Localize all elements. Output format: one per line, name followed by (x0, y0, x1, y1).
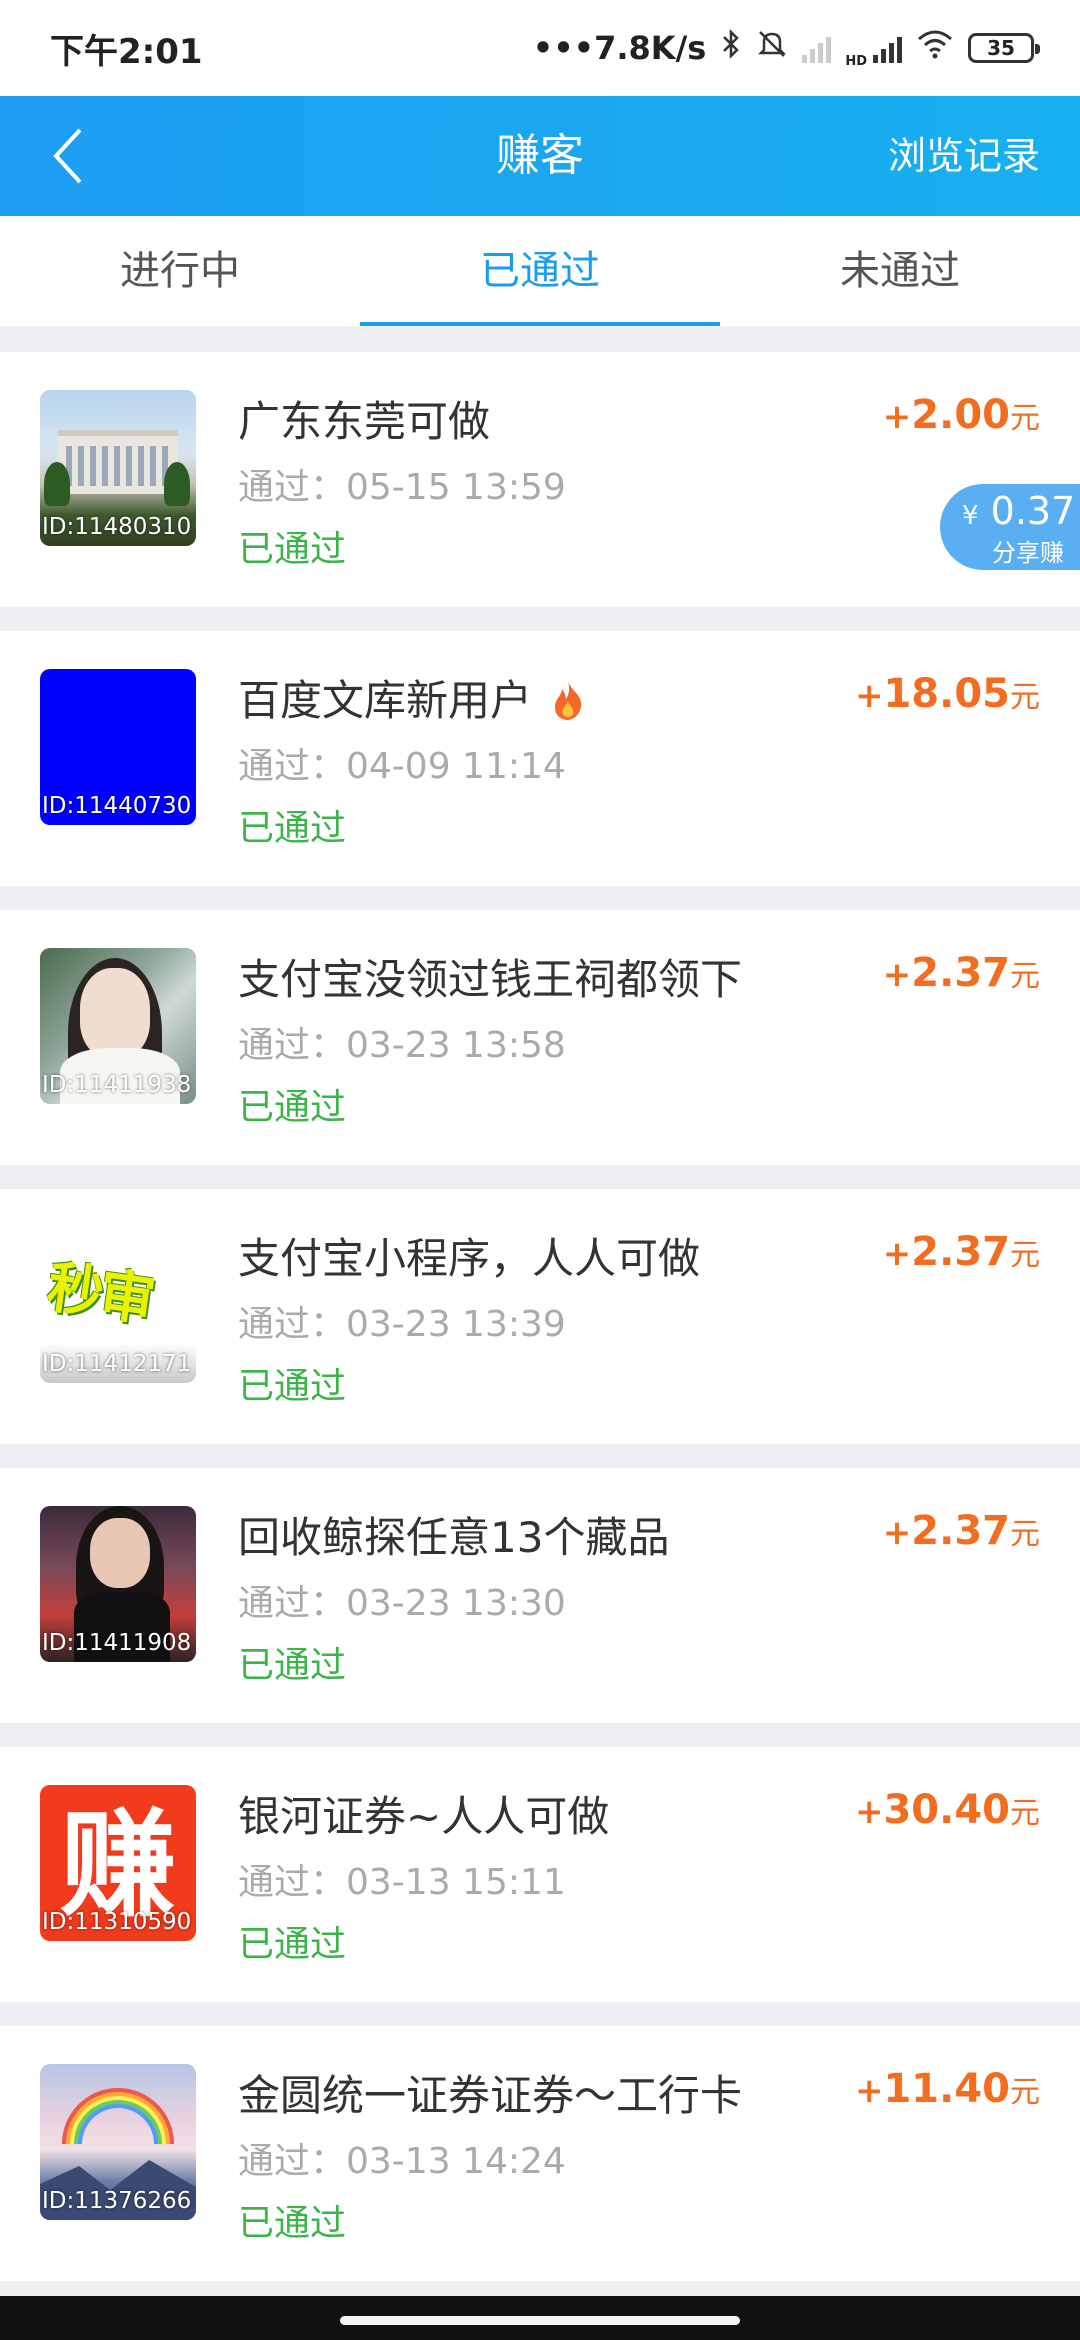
signal-icon-sim2 (873, 33, 902, 63)
task-pass-time: 通过：04-09 11:14 (238, 746, 566, 787)
task-title: 百度文库新用户 (238, 667, 585, 728)
task-title: 支付宝小程序，人人可做 (238, 1234, 701, 1283)
status-time: 下午2:01 (50, 31, 203, 72)
task-thumbnail: ID:11440730 (40, 669, 196, 825)
thumbnail-text: 秒审 (43, 1255, 156, 1334)
task-pass-time: 通过：03-23 13:39 (238, 1304, 566, 1345)
task-title: 回收鲸探任意13个藏品 (238, 1513, 670, 1562)
task-status: 已通过 (238, 1087, 347, 1128)
task-thumbnail: ID:11480310 (40, 390, 196, 546)
task-status: 已通过 (238, 808, 347, 849)
task-thumbnail: ID:11411938 (40, 948, 196, 1104)
wifi-icon (916, 29, 954, 67)
status-bar: 下午2:01 •••7.8K/s HD 35 (0, 0, 1080, 96)
hd-label: HD (845, 53, 867, 69)
app-header: 赚客 浏览记录 (0, 96, 1080, 216)
battery-icon: 35 (968, 33, 1040, 63)
task-thumbnail: ID:11376266 (40, 2064, 196, 2220)
network-speed: •••7.8K/s (532, 29, 707, 67)
signal-icon-sim1 (802, 33, 832, 63)
tab-passed[interactable]: 已通过 (360, 216, 720, 326)
mute-icon (756, 28, 788, 68)
task-reward: +2.37元 (882, 950, 1040, 996)
task-pass-time: 通过：03-13 14:24 (238, 2141, 566, 2182)
task-reward: +2.37元 (882, 1508, 1040, 1554)
task-title: 广东东莞可做 (238, 397, 491, 446)
list-item[interactable]: 赚 ID:11310590 银河证券~人人可做 通过：03-13 15:11 已… (0, 1747, 1080, 2002)
task-pass-time: 通过：03-13 15:11 (238, 1862, 566, 1903)
task-id: ID:11376266 (42, 2188, 192, 2214)
task-pass-time: 通过：05-15 13:59 (238, 467, 566, 508)
list-item[interactable]: ID:11411908 回收鲸探任意13个藏品 通过：03-23 13:30 已… (0, 1468, 1080, 1723)
task-id: ID:11480310 (42, 514, 192, 540)
task-thumbnail: 秒审 ID:11412171 (40, 1227, 196, 1383)
task-status: 已通过 (238, 1924, 347, 1965)
task-reward: +11.40元 (854, 2066, 1040, 2112)
task-status: 已通过 (238, 2203, 347, 2244)
list-item[interactable]: ID:11440730 百度文库新用户 通过：04-09 11:14 已通过 +… (0, 631, 1080, 886)
task-pass-time: 通过：03-23 13:58 (238, 1025, 566, 1066)
task-status: 已通过 (238, 1366, 347, 1407)
list-item[interactable]: 秒审 ID:11412171 支付宝小程序，人人可做 通过：03-23 13:3… (0, 1189, 1080, 1444)
list-item[interactable]: ID:11376266 金圆统一证券证券～工行卡 通过：03-13 14:24 … (0, 2026, 1080, 2281)
tab-bar: 进行中 已通过 未通过 (0, 216, 1080, 326)
tab-in-progress[interactable]: 进行中 (0, 216, 360, 326)
task-reward: +30.40元 (854, 1787, 1040, 1833)
task-pass-time: 通过：03-23 13:30 (238, 1583, 566, 1624)
home-indicator[interactable] (340, 2316, 740, 2325)
bluetooth-icon (720, 28, 742, 68)
list-item[interactable]: ID:11480310 广东东莞可做 通过：05-15 13:59 已通过 +2… (0, 352, 1080, 607)
task-title: 金圆统一证券证券～工行卡 (238, 2071, 743, 2120)
browse-history-button[interactable]: 浏览记录 (888, 96, 1040, 216)
task-id: ID:11411908 (42, 1630, 192, 1656)
task-id: ID:11412171 (42, 1351, 192, 1377)
task-reward: +2.37元 (882, 1229, 1040, 1275)
list-item[interactable]: ID:11411938 支付宝没领过钱王祠都领下 通过：03-23 13:58 … (0, 910, 1080, 1165)
share-earn-badge[interactable]: ¥ 0.37 分享赚 (940, 484, 1080, 570)
task-id: ID:11440730 (42, 793, 192, 819)
task-thumbnail: ID:11411908 (40, 1506, 196, 1662)
status-icons: •••7.8K/s HD 35 (532, 28, 1040, 69)
task-status: 已通过 (238, 1645, 347, 1686)
task-id: ID:11411938 (42, 1072, 192, 1098)
task-id: ID:11310590 (42, 1909, 192, 1935)
task-reward: +18.05元 (854, 671, 1040, 717)
task-status: 已通过 (238, 529, 347, 570)
task-list: ID:11480310 广东东莞可做 通过：05-15 13:59 已通过 +2… (0, 352, 1080, 2305)
task-reward: +2.00元 (882, 392, 1040, 438)
task-title: 支付宝没领过钱王祠都领下 (238, 955, 743, 1004)
task-title: 银河证券~人人可做 (238, 1792, 610, 1841)
fire-icon (555, 681, 582, 720)
tab-rejected[interactable]: 未通过 (720, 216, 1080, 326)
task-thumbnail: 赚 ID:11310590 (40, 1785, 196, 1941)
